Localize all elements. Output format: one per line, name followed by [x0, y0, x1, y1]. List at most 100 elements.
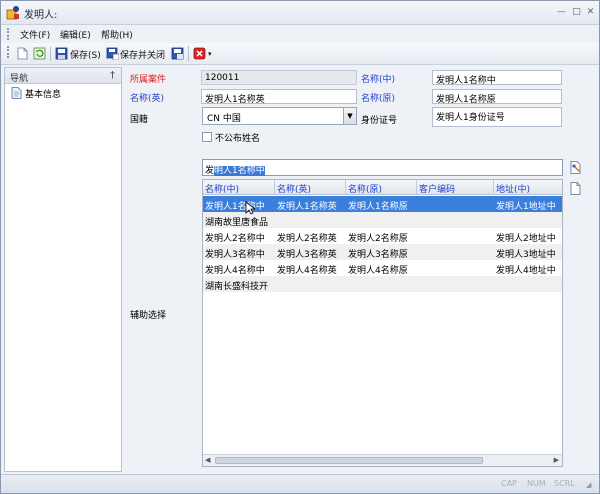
column-header[interactable]: 地址(中) — [494, 180, 562, 195]
table-cell: 发明人1名称原 — [348, 202, 408, 212]
save-button[interactable]: 保存(S) — [70, 48, 101, 61]
nationality-select[interactable]: CN 中国 ▼ — [202, 107, 357, 125]
save-icon[interactable] — [55, 47, 68, 60]
pin-icon[interactable]: † — [110, 70, 115, 81]
table-cell: 湖南长盛科技开 — [205, 282, 269, 292]
title-bar: 发明人: — □ ✕ — [1, 1, 599, 25]
name-orig-field[interactable]: 发明人1名称原 — [432, 89, 562, 104]
save-as-icon[interactable] — [171, 47, 184, 60]
save-close-button[interactable]: 保存并关闭 — [120, 48, 165, 61]
id-number-field[interactable]: 发明人1身份证号 — [432, 107, 562, 127]
table-cell — [417, 212, 494, 228]
document-icon — [11, 87, 22, 99]
name-cn-label: 名称(中) — [361, 75, 396, 85]
name-cn-field[interactable]: 发明人1名称中 — [432, 70, 562, 85]
column-header[interactable]: 名称(英) — [275, 180, 346, 195]
menu-help[interactable]: 帮助(H) — [101, 28, 133, 41]
table-cell — [417, 228, 494, 244]
new-item-icon[interactable] — [570, 182, 582, 195]
app-window: 发明人: — □ ✕ 文件(F) 编辑(E) 帮助(H) 保存(S) 保存并关闭… — [0, 0, 600, 494]
table-cell: 发明人3名称英 — [277, 250, 337, 260]
horizontal-scrollbar[interactable]: ◀ ▶ — [203, 454, 562, 466]
table-row[interactable]: 发明人3名称中 发明人3名称英 发明人3名称原 发明人3地址中 — [203, 244, 562, 260]
nav-title: 导航 — [10, 74, 29, 84]
table-row[interactable]: 发明人2名称中 发明人2名称英 发明人2名称原 发明人2地址中 — [203, 228, 562, 244]
table-cell: 发明人1名称英 — [277, 202, 337, 212]
table-cell: 发明人1名称中 — [205, 202, 265, 212]
delete-icon[interactable] — [193, 47, 206, 60]
name-en-field[interactable]: 发明人1名称英 — [201, 89, 357, 104]
chevron-down-icon[interactable]: ▼ — [343, 108, 356, 124]
nationality-value: CN 中国 — [207, 114, 241, 124]
table-row[interactable]: 湖南长盛科技开 — [203, 276, 562, 292]
navigation-panel: 导航 † 基本信息 — [4, 67, 122, 472]
search-selected-text: 明人1名称中 — [214, 166, 265, 176]
new-document-icon[interactable] — [16, 47, 29, 60]
column-header[interactable]: 名称(中) — [203, 180, 275, 195]
case-field: 120011 — [201, 70, 357, 85]
table-row[interactable]: 湖南故里唐食品 — [203, 212, 562, 228]
menu-grip — [7, 28, 10, 40]
status-num: NUM — [527, 479, 546, 488]
table-cell — [417, 196, 494, 212]
table-cell — [494, 212, 562, 228]
window-title: 发明人: — [24, 10, 58, 21]
toolbar: 保存(S) 保存并关闭 ▾ — [1, 43, 599, 65]
refresh-icon[interactable] — [33, 47, 46, 60]
hide-name-checkbox[interactable] — [202, 132, 212, 142]
table-cell: 发明人2名称原 — [348, 234, 408, 244]
table-cell: 发明人3名称原 — [348, 250, 408, 260]
nav-header: 导航 † — [5, 68, 121, 84]
grid-header: 名称(中) 名称(英) 名称(原) 客户编码 地址(中) — [203, 180, 562, 195]
scrollbar-thumb[interactable] — [215, 457, 483, 464]
table-cell: 发明人4名称原 — [348, 266, 408, 276]
table-cell — [346, 276, 417, 292]
scroll-left-icon[interactable]: ◀ — [205, 456, 210, 464]
table-cell — [417, 244, 494, 260]
app-icon — [6, 6, 19, 20]
menu-bar: 文件(F) 编辑(E) 帮助(H) — [1, 25, 599, 43]
edit-select-icon[interactable] — [570, 161, 582, 174]
hide-name-label: 不公布姓名 — [215, 134, 261, 144]
table-cell: 发明人4名称英 — [277, 266, 337, 276]
table-cell — [417, 276, 494, 292]
search-input[interactable]: 发明人1名称中 — [202, 159, 563, 176]
menu-edit[interactable]: 编辑(E) — [60, 28, 91, 41]
save-close-icon[interactable] — [106, 47, 119, 60]
close-icon[interactable]: ✕ — [585, 7, 596, 17]
table-cell — [275, 212, 346, 228]
column-header[interactable]: 名称(原) — [346, 180, 417, 195]
assist-select-label: 辅助选择 — [130, 311, 167, 321]
case-label: 所属案件 — [130, 75, 167, 85]
nav-item-basic-info[interactable]: 基本信息 — [7, 86, 119, 100]
toolbar-overflow-icon[interactable]: ▾ — [208, 50, 212, 58]
status-scrl: SCRL — [554, 479, 575, 488]
assist-grid: 名称(中) 名称(英) 名称(原) 客户编码 地址(中) 发明人1名称中 发明人… — [202, 179, 563, 467]
table-row[interactable]: 发明人4名称中 发明人4名称英 发明人4名称原 发明人4地址中 — [203, 260, 562, 276]
search-text: 发 — [205, 166, 215, 176]
table-cell: 发明人3名称中 — [205, 250, 265, 260]
resize-grip-icon[interactable]: ◢ — [586, 481, 591, 489]
minimize-icon[interactable]: — — [556, 7, 567, 17]
mouse-cursor-icon — [245, 201, 255, 215]
menu-file[interactable]: 文件(F) — [20, 28, 50, 41]
table-cell: 发明人2地址中 — [496, 234, 556, 244]
table-cell — [346, 212, 417, 228]
table-cell: 发明人4地址中 — [496, 266, 556, 276]
table-cell — [275, 276, 346, 292]
status-bar: CAP NUM SCRL ◢ — [1, 474, 599, 493]
table-cell: 发明人1地址中 — [496, 202, 556, 212]
table-row[interactable]: 发明人1名称中 发明人1名称英 发明人1名称原 发明人1地址中 — [203, 196, 562, 212]
column-header[interactable]: 客户编码 — [417, 180, 494, 195]
toolbar-grip — [7, 46, 10, 58]
name-orig-label: 名称(原) — [361, 94, 396, 104]
toolbar-separator — [188, 46, 189, 61]
maximize-icon[interactable]: □ — [571, 7, 582, 17]
scroll-right-icon[interactable]: ▶ — [554, 456, 559, 464]
table-cell: 发明人2名称英 — [277, 234, 337, 244]
nationality-label: 国籍 — [130, 115, 149, 125]
nav-item-label: 基本信息 — [25, 90, 62, 100]
table-cell: 湖南故里唐食品 — [205, 218, 269, 228]
toolbar-separator — [50, 46, 51, 61]
table-cell: 发明人2名称中 — [205, 234, 265, 244]
